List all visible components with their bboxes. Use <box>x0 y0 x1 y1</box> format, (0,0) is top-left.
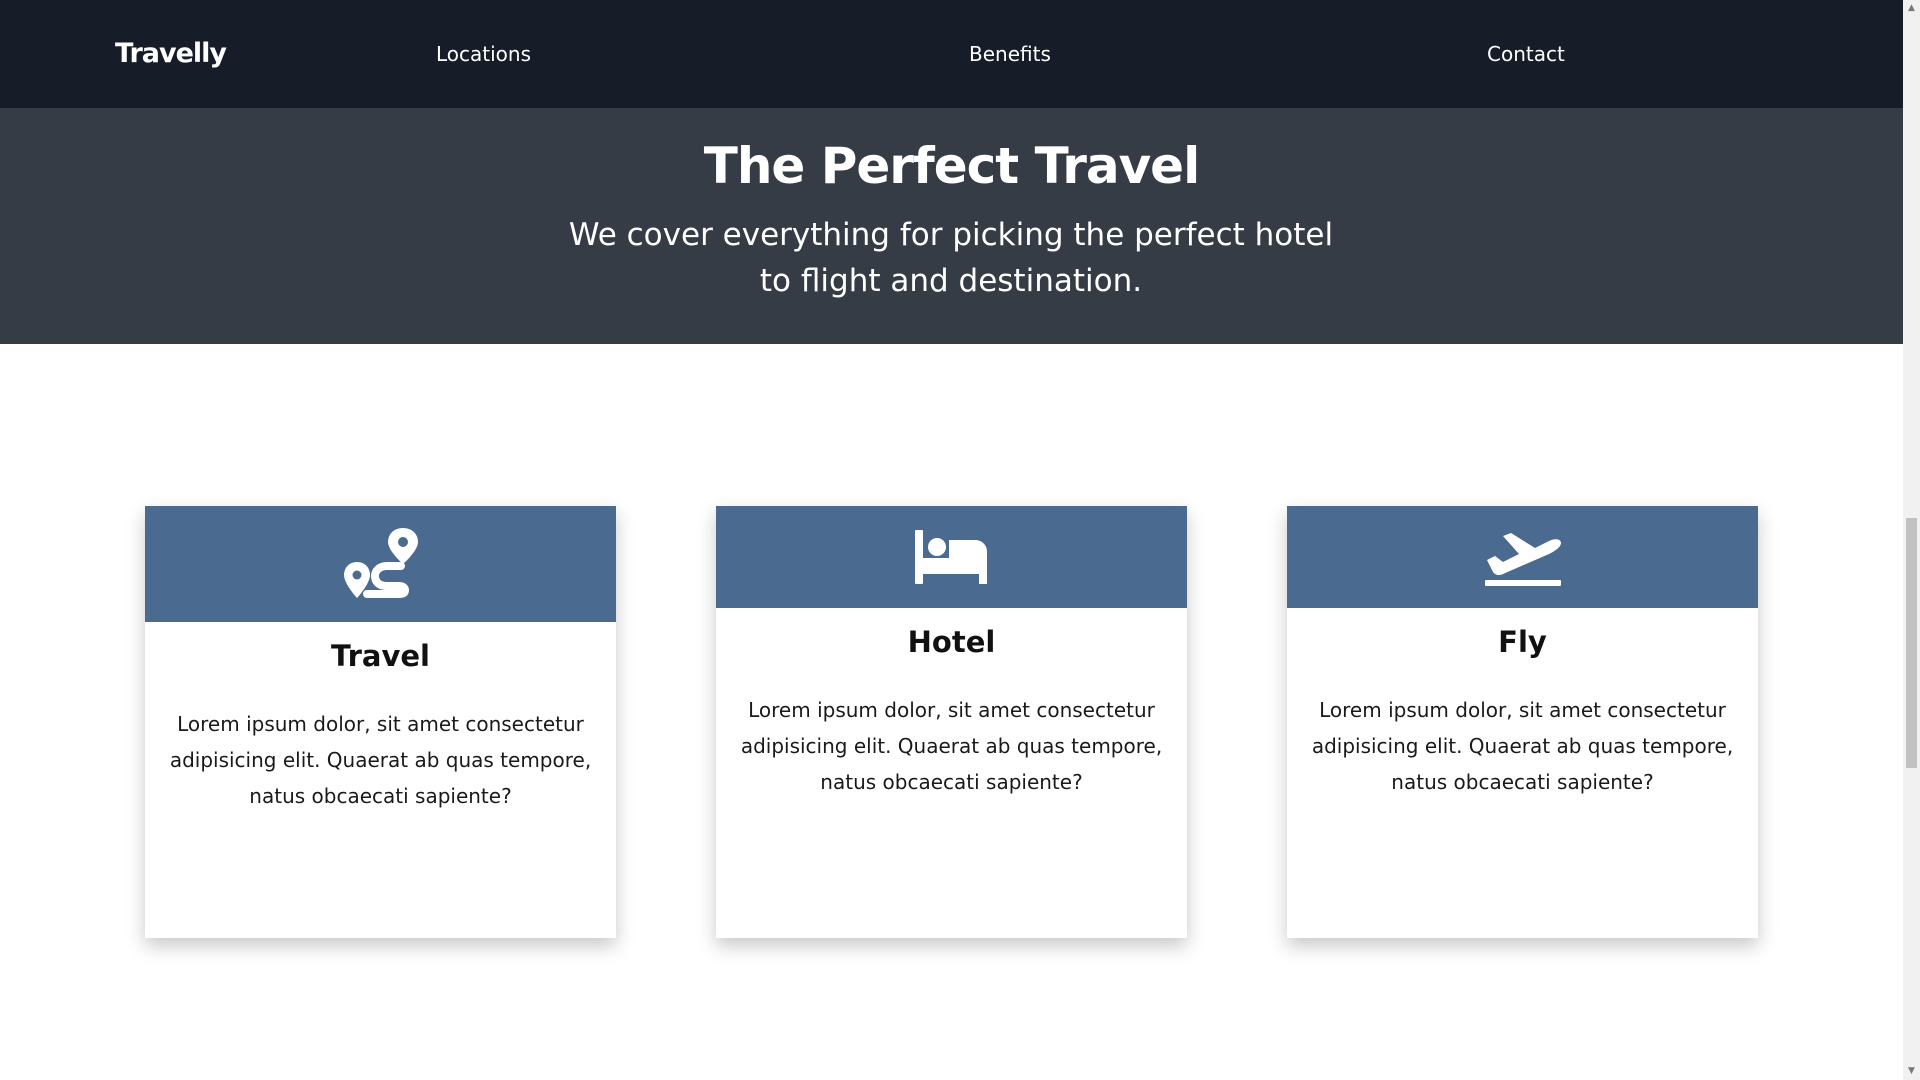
plane-departure-icon <box>1484 533 1561 586</box>
nav-link-locations[interactable]: Locations <box>436 40 531 68</box>
feature-card-travel: Travel Lorem ipsum dolor, sit amet conse… <box>145 506 616 938</box>
card-text: Lorem ipsum dolor, sit amet consectetur … <box>740 698 1163 794</box>
scroll-down-arrow-icon[interactable]: ▼ <box>1903 1063 1920 1080</box>
feature-card-hotel: Hotel Lorem ipsum dolor, sit amet consec… <box>716 506 1187 938</box>
scroll-up-arrow-icon[interactable]: ▲ <box>1903 0 1920 17</box>
brand-logo[interactable]: Travelly <box>115 36 227 72</box>
nav-link-benefits[interactable]: Benefits <box>969 40 1051 68</box>
route-icon <box>343 528 418 598</box>
hero-title: The Perfect Travel <box>703 137 1201 195</box>
card-header <box>145 506 616 622</box>
bed-icon <box>914 530 987 584</box>
navbar: Travelly Locations Benefits Contact <box>0 0 1903 108</box>
card-header <box>1287 506 1758 608</box>
card-header <box>716 506 1187 608</box>
card-text: Lorem ipsum dolor, sit amet consectetur … <box>1311 698 1734 794</box>
card-title: Hotel <box>907 625 996 659</box>
scrollbar-thumb[interactable] <box>1906 518 1917 768</box>
card-title: Travel <box>331 639 430 673</box>
page: Travelly Locations Benefits Contact The … <box>0 0 1903 1080</box>
hero-subtitle: We cover everything for picking the perf… <box>568 217 1334 299</box>
feature-card-fly: Fly Lorem ipsum dolor, sit amet consecte… <box>1287 506 1758 938</box>
nav-link-contact[interactable]: Contact <box>1487 40 1565 68</box>
vertical-scrollbar[interactable]: ▲ ▼ <box>1903 0 1920 1080</box>
card-text: Lorem ipsum dolor, sit amet consectetur … <box>169 712 592 808</box>
hero-section: The Perfect Travel We cover everything f… <box>0 108 1903 344</box>
card-title: Fly <box>1498 625 1547 659</box>
